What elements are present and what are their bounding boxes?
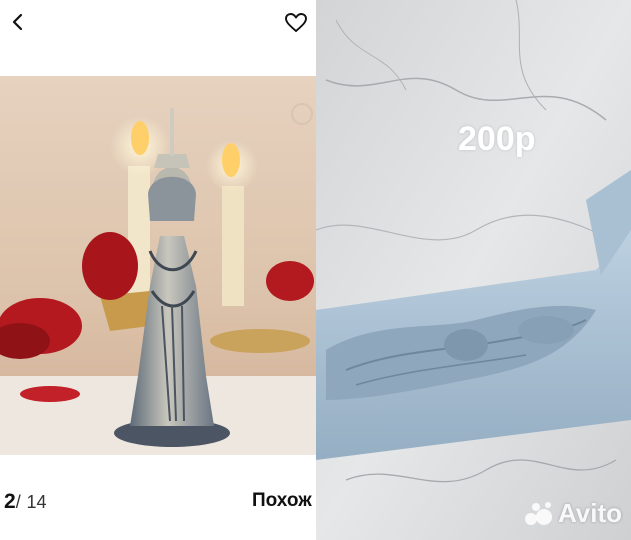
figurine-image: [0, 76, 316, 455]
listing-panel: 2/ 14 Похож: [0, 0, 316, 540]
avito-watermark: Avito: [524, 498, 622, 529]
counter-separator: /: [15, 492, 21, 512]
similar-items-tab[interactable]: Похож: [252, 490, 312, 512]
price-overlay: 200р: [458, 120, 536, 158]
photo-counter: 2/ 14: [4, 490, 47, 514]
mold-photo[interactable]: 200р Avito: [316, 0, 631, 540]
watermark-text: Avito: [558, 498, 623, 528]
heart-icon[interactable]: [284, 11, 308, 35]
current-photo-number: 2: [4, 490, 16, 513]
silicone-mold-image: [316, 0, 631, 540]
header-bar: [0, 0, 316, 76]
total-photo-count: 14: [26, 492, 47, 512]
product-photo[interactable]: [0, 76, 316, 455]
chevron-left-icon[interactable]: [6, 10, 30, 34]
avito-logo-icon: [525, 501, 552, 525]
